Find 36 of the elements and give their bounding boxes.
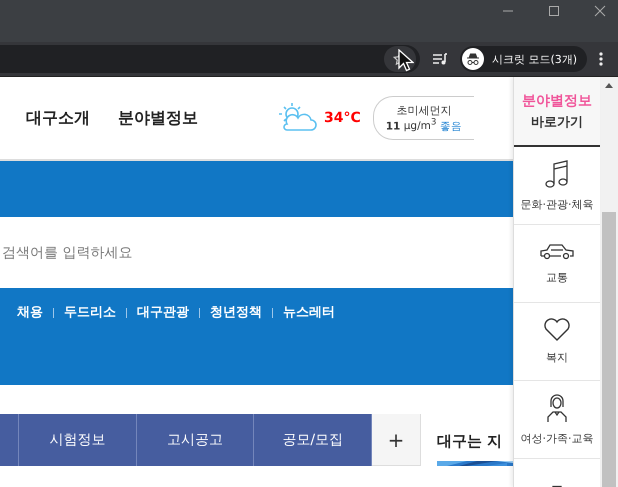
shortcut-label[interactable]: 교통 [546,270,568,285]
incognito-icon [462,48,484,70]
incognito-button[interactable]: 시크릿 모드(3개) [460,46,588,72]
tab[interactable]: 고시공고 [136,414,254,466]
scrollbar[interactable] [600,77,618,487]
temperature-text: 34°C [324,110,361,126]
nav-link[interactable]: 대구소개 [26,108,90,128]
dust-label: 초미세먼지 [396,102,452,118]
quick-link[interactable]: 청년정책 [210,303,262,321]
more-button[interactable]: + [372,414,420,466]
music-note-icon[interactable] [545,159,569,189]
dust-grade: 좋음 [440,120,462,132]
cursor-icon [398,49,414,73]
media-icon[interactable] [432,52,448,66]
sun-cloud-icon [278,102,318,134]
panel-title: 분야별정보 [522,92,592,110]
dust-value: 11 μg/m$^{3}$ [386,120,436,132]
maximize-icon[interactable] [548,5,560,17]
panel-subtitle: 바로가기 [531,114,583,130]
scroll-up-icon[interactable] [605,83,613,88]
woman-icon[interactable] [545,393,569,423]
quick-link[interactable]: 채용 [17,303,43,321]
section-title: 대구는 지 [437,432,502,451]
shortcut-label[interactable]: 문화·관광·체육 [520,197,594,212]
menu-icon[interactable] [599,52,604,66]
quick-link[interactable]: 두드리소 [64,303,116,321]
car-icon[interactable] [539,242,575,262]
quick-link[interactable]: 뉴스레터 [283,303,335,321]
nav-link[interactable]: 분야별정보 [118,108,198,128]
quick-link[interactable]: 대구관광 [137,303,189,321]
close-icon[interactable] [594,5,606,17]
tab[interactable]: 시험정보 [18,414,137,466]
heart-icon[interactable] [543,318,571,342]
shortcut-label[interactable]: 복지 [546,350,568,365]
scroll-thumb[interactable] [602,212,616,487]
shortcut-label[interactable]: 여성·가족·교육 [520,431,594,446]
